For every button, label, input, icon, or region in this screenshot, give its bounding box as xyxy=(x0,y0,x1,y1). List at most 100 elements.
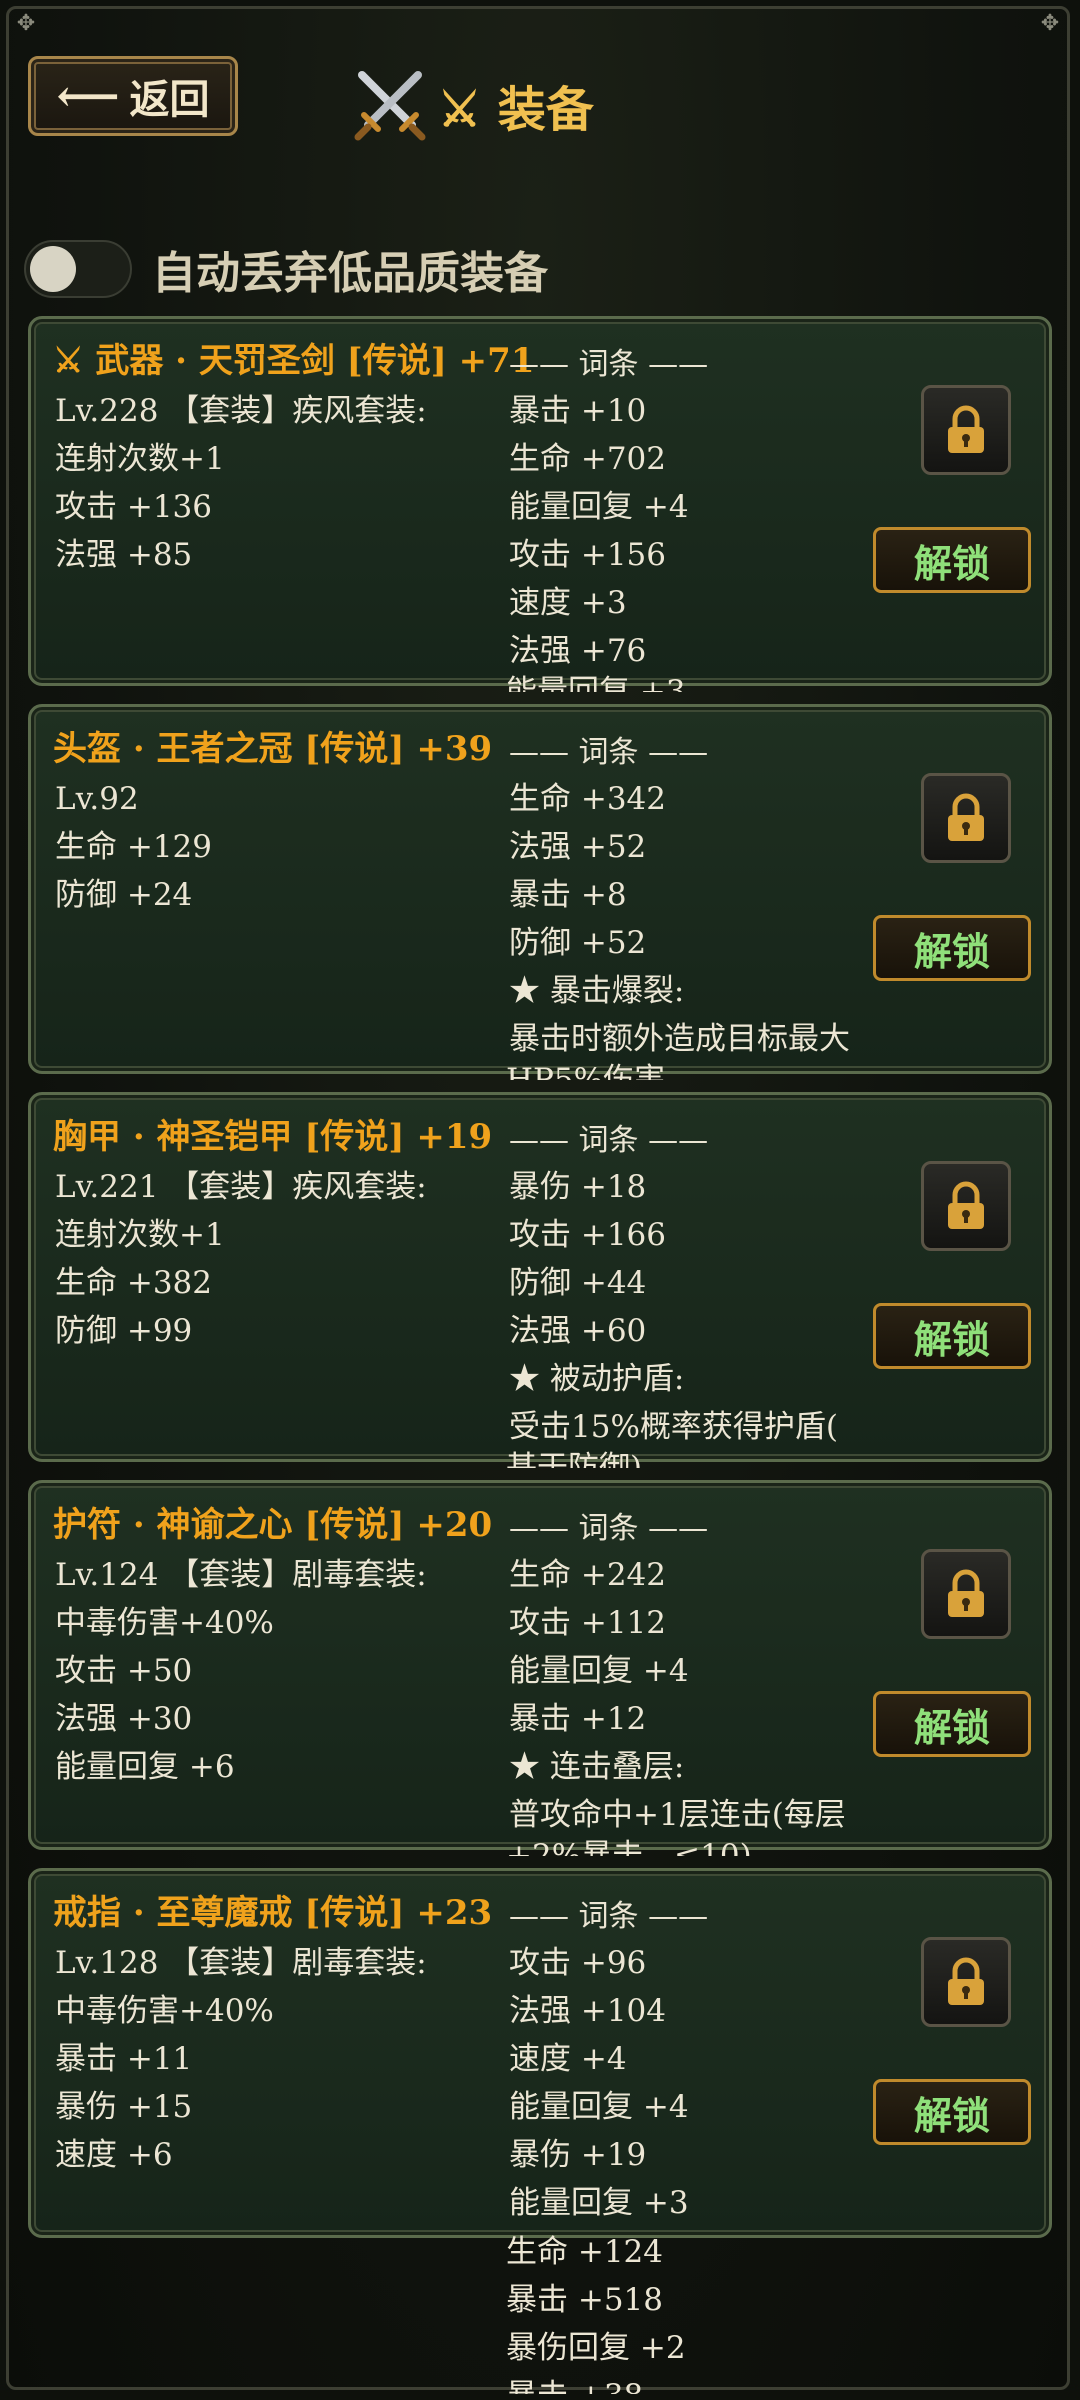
equipment-card-weapon: ⚔ 武器 · 天罚圣剑 [传说] +71 —— 词条 —— Lv.228 【套装… xyxy=(28,316,1052,686)
affix-line: 防御 +52 xyxy=(509,925,647,961)
page-title: ⚔ 装备 xyxy=(350,60,594,150)
affix-overflow-list: 生命 +124 暴击 +518 暴伤回复 +2 xyxy=(506,2228,686,2372)
unlock-button[interactable]: 解锁 xyxy=(873,915,1031,981)
affix-line: 攻击 +96 xyxy=(509,1945,647,1981)
stat-line: Lv.221 【套装】疾风套装: xyxy=(55,1169,427,1205)
stat-line: Lv.92 xyxy=(55,781,139,817)
affix-line: 暴击 +8 xyxy=(509,877,627,913)
base-stats: Lv.124 【套装】剧毒套装: 中毒伤害+40% 攻击 +50 法强 +30 … xyxy=(55,1551,427,1791)
toggle-knob xyxy=(30,246,76,292)
stat-line: 能量回复 +6 xyxy=(55,1749,235,1785)
stat-line: 攻击 +50 xyxy=(55,1653,193,1689)
stat-line: 防御 +24 xyxy=(55,877,193,913)
affix-heading: —— 词条 —— xyxy=(509,735,709,770)
auto-discard-toggle[interactable] xyxy=(24,240,132,298)
unlock-button[interactable]: 解锁 xyxy=(873,1303,1031,1369)
affix-heading: —— 词条 —— xyxy=(509,347,709,382)
affix-list: 生命 +342 法强 +52 暴击 +8 防御 +52 ★ 暴击爆裂: 暴击时额… xyxy=(509,775,850,1063)
affix-line: 暴伤 +19 xyxy=(509,2137,647,2173)
stat-line: 连射次数+1 xyxy=(55,441,225,477)
stat-line: 暴伤 +15 xyxy=(55,2089,193,2125)
padlock-icon xyxy=(948,1957,984,2005)
affix-heading: —— 词条 —— xyxy=(509,1511,709,1546)
affix-list: 暴击 +10 生命 +702 能量回复 +4 攻击 +156 速度 +3 法强 … xyxy=(509,387,689,675)
stat-line: 生命 +129 xyxy=(55,829,212,865)
affix-list: 生命 +242 攻击 +112 能量回复 +4 暴击 +12 ★ 连击叠层: 普… xyxy=(509,1551,846,1839)
unlock-button[interactable]: 解锁 xyxy=(873,1691,1031,1757)
stat-line: 中毒伤害+40% xyxy=(55,1993,274,2029)
affix-line: 生命 +702 xyxy=(509,441,666,477)
unlock-button[interactable]: 解锁 xyxy=(873,527,1031,593)
equipment-title: 戒指 · 至尊魔戒 [传说] +23 xyxy=(53,1893,493,1933)
base-stats: Lv.221 【套装】疾风套装: 连射次数+1 生命 +382 防御 +99 xyxy=(55,1163,427,1355)
affix-overflow-line: 暴击 +38 xyxy=(506,2372,643,2394)
stat-line: 中毒伤害+40% xyxy=(55,1605,274,1641)
affix-line: ★ 暴击爆裂: xyxy=(509,973,685,1009)
affix-line: 法强 +60 xyxy=(509,1313,647,1349)
equipment-title: 护符 · 神谕之心 [传说] +20 xyxy=(53,1505,493,1545)
stat-line: 连射次数+1 xyxy=(55,1217,225,1253)
stat-line: 法强 +85 xyxy=(55,537,193,573)
affix-overflow-line: +2%暴击，≤10) xyxy=(506,1838,752,1856)
equipment-card-helmet: 头盔 · 王者之冠 [传说] +39 —— 词条 —— Lv.92 生命 +12… xyxy=(28,704,1052,1074)
affix-heading: —— 词条 —— xyxy=(509,1123,709,1158)
stat-line: Lv.228 【套装】疾风套装: xyxy=(55,393,427,429)
lock-button[interactable] xyxy=(921,1549,1011,1639)
auto-discard-label: 自动丢弃低品质装备 xyxy=(152,248,548,299)
base-stats: Lv.128 【套装】剧毒套装: 中毒伤害+40% 暴击 +11 暴伤 +15 … xyxy=(55,1939,427,2179)
lock-button[interactable] xyxy=(921,385,1011,475)
equipment-card-amulet: 护符 · 神谕之心 [传说] +20 —— 词条 —— Lv.124 【套装】剧… xyxy=(28,1480,1052,1850)
affix-line: 攻击 +156 xyxy=(509,537,666,573)
affix-line: 暴伤回复 +2 xyxy=(506,2330,686,2366)
stat-line: 法强 +30 xyxy=(55,1701,193,1737)
stat-line: Lv.124 【套装】剧毒套装: xyxy=(55,1557,427,1593)
stat-line: Lv.128 【套装】剧毒套装: xyxy=(55,1945,427,1981)
affix-line: 攻击 +166 xyxy=(509,1217,666,1253)
affix-list: 攻击 +96 法强 +104 速度 +4 能量回复 +4 暴伤 +19 能量回复… xyxy=(509,1939,689,2227)
affix-line: 能量回复 +4 xyxy=(509,2089,689,2125)
affix-line: 速度 +4 xyxy=(509,2041,627,2077)
unlock-button[interactable]: 解锁 xyxy=(873,2079,1031,2145)
base-stats: Lv.92 生命 +129 防御 +24 xyxy=(55,775,212,919)
affix-line: ★ 被动护盾: xyxy=(509,1361,685,1397)
equipment-card-armor: 胸甲 · 神圣铠甲 [传说] +19 —— 词条 —— Lv.221 【套装】疾… xyxy=(28,1092,1052,1462)
affix-list: 暴伤 +18 攻击 +166 防御 +44 法强 +60 ★ 被动护盾: 受击1… xyxy=(509,1163,838,1451)
padlock-icon xyxy=(948,793,984,841)
padlock-icon xyxy=(948,405,984,453)
auto-discard-row: 自动丢弃低品质装备 xyxy=(24,234,548,304)
affix-line: 法强 +52 xyxy=(509,829,647,865)
affix-line: 法强 +104 xyxy=(509,1993,666,2029)
equipment-title: ⚔ 武器 · 天罚圣剑 [传说] +71 xyxy=(53,341,535,381)
equipment-card-ring: 戒指 · 至尊魔戒 [传说] +23 —— 词条 —— Lv.128 【套装】剧… xyxy=(28,1868,1052,2238)
affix-line: 生命 +124 xyxy=(506,2234,663,2270)
affix-line: 能量回复 +4 xyxy=(509,489,689,525)
affix-line: 暴击 +10 xyxy=(509,393,647,429)
lock-button[interactable] xyxy=(921,1161,1011,1251)
crossed-swords-icon xyxy=(354,71,426,141)
lock-button[interactable] xyxy=(921,773,1011,863)
equipment-title: 头盔 · 王者之冠 [传说] +39 xyxy=(53,729,493,769)
affix-line: 暴击 +518 xyxy=(506,2282,663,2318)
affix-overflow-line: 能量回复 +3 xyxy=(506,674,686,692)
back-button[interactable]: ⟵ 返回 xyxy=(28,56,238,136)
base-stats: Lv.228 【套装】疾风套装: 连射次数+1 攻击 +136 法强 +85 xyxy=(55,387,427,579)
affix-line: 能量回复 +4 xyxy=(509,1653,689,1689)
stat-line: 暴击 +11 xyxy=(55,2041,193,2077)
affix-line: 暴击 +12 xyxy=(509,1701,647,1737)
affix-line: ★ 连击叠层: xyxy=(509,1749,685,1785)
stat-line: 生命 +382 xyxy=(55,1265,212,1301)
affix-line: 速度 +3 xyxy=(509,585,627,621)
lock-button[interactable] xyxy=(921,1937,1011,2027)
affix-line: 防御 +44 xyxy=(509,1265,647,1301)
affix-line: 暴伤 +18 xyxy=(509,1169,647,1205)
affix-line: 生命 +242 xyxy=(509,1557,666,1593)
back-button-label: 返回 xyxy=(129,76,210,123)
affix-line: 生命 +342 xyxy=(509,781,666,817)
padlock-icon xyxy=(948,1181,984,1229)
stat-line: 防御 +99 xyxy=(55,1313,193,1349)
padlock-icon xyxy=(948,1569,984,1617)
corner-ornament-icon: ✥ xyxy=(1040,11,1060,36)
back-arrow-icon: ⟵ xyxy=(56,70,120,122)
corner-ornament-icon: ✥ xyxy=(16,11,36,36)
page-title-text: ⚔ 装备 xyxy=(438,82,594,138)
